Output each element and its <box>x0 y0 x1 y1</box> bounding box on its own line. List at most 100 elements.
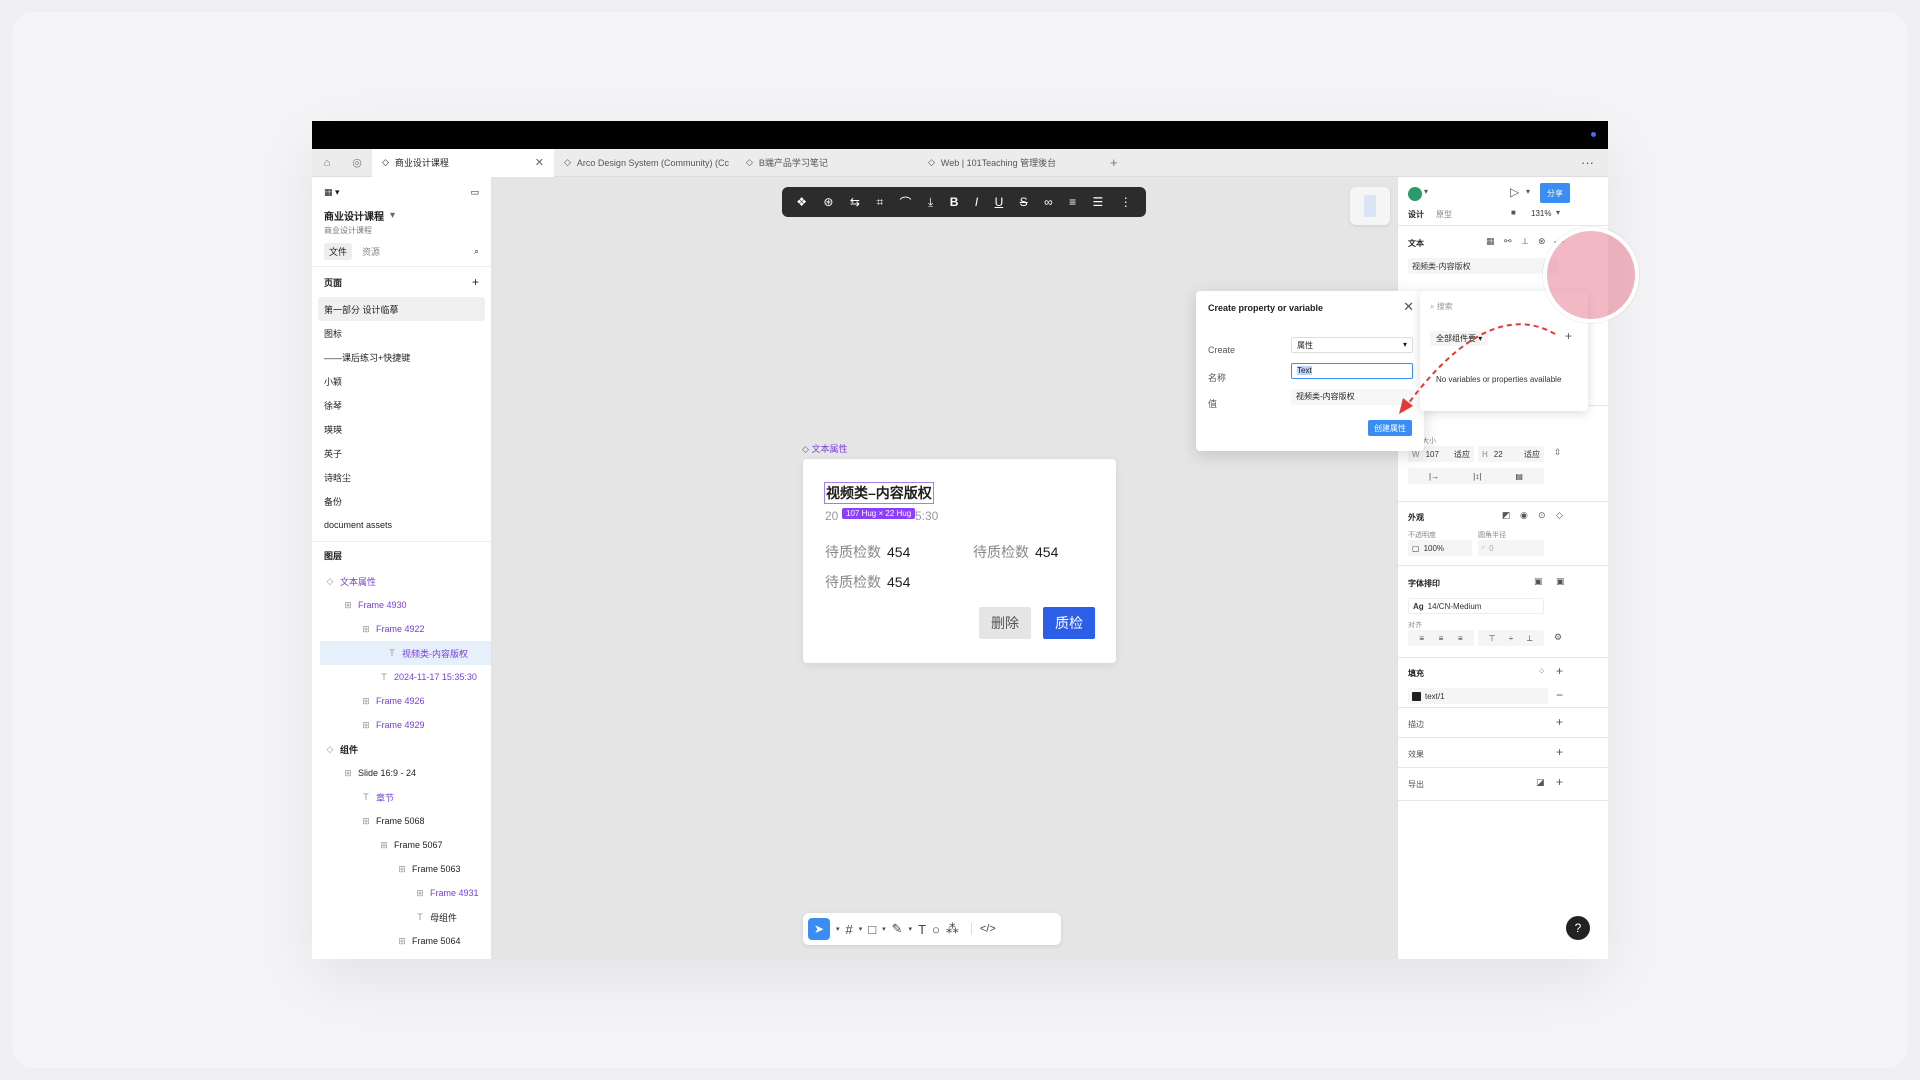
page-item[interactable]: 诗晗尘 <box>312 465 491 489</box>
text-settings-icon[interactable]: ▣ <box>1556 576 1565 587</box>
remove-fill-icon[interactable]: − <box>1556 688 1563 702</box>
page-item[interactable]: 小颖 <box>312 369 491 393</box>
layer-item[interactable]: ⊞ Frame 4929 <box>312 713 491 737</box>
fill-field[interactable]: text/1 <box>1408 688 1548 704</box>
frame-icon[interactable]: ⌗ <box>876 195 883 210</box>
fixed-size-icon[interactable]: ▤ <box>1515 472 1523 481</box>
page-item[interactable]: 英子 <box>312 441 491 465</box>
align-top-icon[interactable]: ⊤ <box>1489 634 1496 643</box>
align-bottom-icon[interactable]: ⊥ <box>1526 634 1533 643</box>
layer-item[interactable]: T 2024-11-17 15:35:30 <box>312 665 491 689</box>
minimap[interactable] <box>1350 187 1390 225</box>
comment-tool-icon[interactable]: ○ <box>932 922 940 937</box>
component-icon[interactable]: ❖ <box>796 195 807 209</box>
layer-item[interactable]: ⊞ Frame 4931 <box>312 881 491 905</box>
layer-item[interactable]: ⊞ Frame 5063 <box>312 857 491 881</box>
layer-item[interactable]: ◇ 组件 <box>312 737 491 761</box>
help-button[interactable]: ? <box>1566 916 1590 940</box>
instance-icon[interactable]: ⊛ <box>823 195 833 209</box>
bold-icon[interactable]: B <box>950 195 959 209</box>
text-style-icon[interactable]: ▣ <box>1534 576 1543 587</box>
layer-item[interactable]: ⊞ Slide 16:9 - 24 <box>312 761 491 785</box>
share-button[interactable]: 分享 <box>1540 183 1570 203</box>
style-grid-icon[interactable]: ⁘ <box>1538 666 1546 677</box>
italic-icon[interactable]: I <box>975 195 978 209</box>
move-tool-icon[interactable]: ➤ <box>808 918 830 940</box>
layer-item[interactable]: T 视频类-内容版权 <box>320 641 491 665</box>
qc-button[interactable]: 质检 <box>1043 607 1095 639</box>
close-icon[interactable]: ✕ <box>535 156 544 169</box>
search-field[interactable]: ⌕ 搜索 <box>1430 301 1453 312</box>
constrain-icon[interactable]: ⇳ <box>1554 447 1562 458</box>
detach-icon[interactable]: ⟂ <box>1522 236 1528 247</box>
rectangle-tool-icon[interactable]: □ <box>868 922 876 937</box>
layer-item[interactable]: T 母组件 <box>312 905 491 929</box>
chevron-down-icon[interactable]: ▾ <box>909 925 913 933</box>
add-fill-icon[interactable]: + <box>1556 664 1563 678</box>
layer-item[interactable]: ⊞ Frame 4926 <box>312 689 491 713</box>
tab-prototype[interactable]: 原型 <box>1436 209 1452 220</box>
grid-icon[interactable]: ▦ <box>1486 236 1495 247</box>
avatar[interactable] <box>1408 187 1422 201</box>
align-right-icon[interactable]: ≡ <box>1458 634 1463 643</box>
instance-icon[interactable]: ⊛ <box>1538 236 1546 247</box>
link-icon[interactable]: ∞ <box>1044 195 1053 209</box>
page-item[interactable]: 备份 <box>312 489 491 513</box>
tab-item[interactable]: ◇ Web | 101Teaching 管理後台 <box>918 149 1100 177</box>
layer-item[interactable]: ⊞ Frame 4930 <box>312 593 491 617</box>
chevron-down-icon[interactable]: ▾ <box>836 925 840 933</box>
tab-item[interactable]: ◇ 商业设计课程 ✕ <box>372 148 554 177</box>
font-style-field[interactable]: Ag 14/CN-Medium <box>1408 598 1544 614</box>
layer-item[interactable]: T 章节 <box>312 785 491 809</box>
chevron-down-icon[interactable]: ▾ <box>1526 187 1530 196</box>
style-icon[interactable]: ◩ <box>1502 510 1511 521</box>
layer-item[interactable]: ⊞ Frame 4922 <box>312 617 491 641</box>
chevron-down-icon[interactable]: ▾ <box>1556 208 1560 217</box>
chevron-down-icon[interactable]: ▾ <box>859 925 863 933</box>
text-value-field[interactable]: 视频类-内容版权 <box>1408 258 1558 274</box>
search-icon[interactable]: ⌕ <box>474 246 479 257</box>
opacity-field[interactable]: ▢ 100% <box>1408 540 1472 556</box>
add-page-icon[interactable]: + <box>472 275 479 289</box>
text-tool-icon[interactable]: T <box>918 922 926 937</box>
auto-width-icon[interactable]: |→ <box>1429 472 1439 481</box>
layer-item[interactable]: ⊞ Frame 5067 <box>312 833 491 857</box>
home-icon[interactable]: ⌂ <box>312 149 342 177</box>
page-item[interactable]: 徐琴 <box>312 393 491 417</box>
panel-toggle-icon[interactable]: ▭ <box>470 187 479 198</box>
eye-icon[interactable]: ◉ <box>1520 510 1528 521</box>
dev-mode-icon[interactable]: </> <box>970 923 996 935</box>
page-item[interactable]: 第一部分 设计临摹 <box>318 297 485 321</box>
dev-mode-icon[interactable]: ■ <box>1511 208 1516 217</box>
layer-item[interactable]: ⊞ Frame 5064 <box>312 929 491 953</box>
align-middle-icon[interactable]: ÷ <box>1509 634 1513 643</box>
close-icon[interactable]: ✕ <box>1403 299 1414 315</box>
blend-icon[interactable]: ⊙ <box>1538 510 1546 521</box>
add-export-icon[interactable]: + <box>1556 775 1563 789</box>
delete-button[interactable]: 删除 <box>979 607 1031 639</box>
page-item[interactable]: 瑛瑛 <box>312 417 491 441</box>
card-title[interactable]: 视频类–内容版权 <box>824 482 934 504</box>
more-icon[interactable]: ··· <box>1567 155 1608 170</box>
strikethrough-icon[interactable]: S <box>1020 195 1028 209</box>
layer-item[interactable]: ◇ 文本属性 <box>312 569 491 593</box>
tab-item[interactable]: ◇ B端产品学习笔记 <box>736 149 918 177</box>
page-item[interactable]: document assets <box>312 513 491 537</box>
globe-icon[interactable]: ◎ <box>342 149 372 177</box>
ordered-list-icon[interactable]: ≡ <box>1069 195 1076 209</box>
underline-icon[interactable]: U <box>995 195 1004 209</box>
type-settings-icon[interactable]: ⚙ <box>1554 632 1562 643</box>
actions-icon[interactable]: ⁂ <box>946 921 959 937</box>
project-title-row[interactable]: 商业设计课程 ▾ <box>312 207 491 223</box>
play-icon[interactable]: ▷ <box>1510 185 1519 199</box>
content-card[interactable]: 视频类–内容版权 20 5:30 107 Hug × 22 Hug 待质检数 45… <box>803 459 1116 663</box>
swap-icon[interactable]: ⇆ <box>850 195 860 209</box>
chevron-down-icon[interactable]: ▾ <box>1424 187 1428 196</box>
radius-field[interactable]: ◜ 0 <box>1478 540 1544 556</box>
add-effect-icon[interactable]: + <box>1556 745 1563 759</box>
align-center-icon[interactable]: ≡ <box>1439 634 1444 643</box>
export-icon[interactable]: ◪ <box>1536 777 1545 788</box>
tab-file[interactable]: 文件 <box>324 243 353 260</box>
baseline-icon[interactable]: ⤓ <box>928 195 933 210</box>
menu-icon[interactable]: ▦ ▾ <box>324 187 340 198</box>
